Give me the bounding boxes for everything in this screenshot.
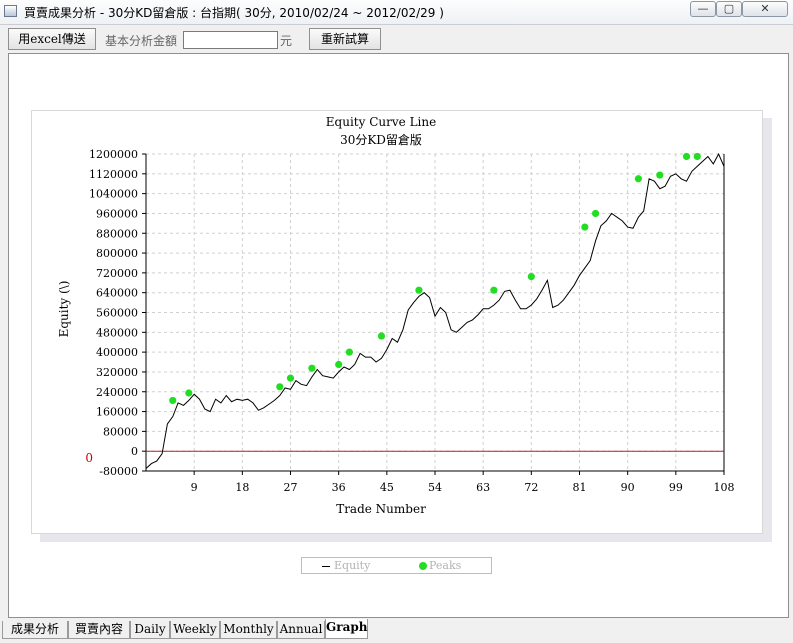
tab-annual[interactable]: Annual: [277, 621, 325, 639]
peak-point: [693, 152, 701, 161]
peak-point: [634, 175, 642, 183]
equity-curve-chart: -80000 0 80000 160000 240000 320000 400000 4800…: [57, 115, 735, 516]
peak-point: [415, 286, 423, 294]
peak-point: [581, 223, 589, 231]
y-tick-label: 240000: [96, 386, 138, 399]
legend-equity-swatch: [322, 566, 330, 567]
chart-subtitle: 30分KD留倉版: [340, 132, 422, 147]
y-tick-label: 720000: [96, 267, 138, 280]
peak-point: [169, 396, 177, 405]
x-tick-label: 81: [573, 481, 587, 494]
peak-point: [345, 348, 353, 356]
y-tick-label: 0: [131, 445, 138, 458]
y-tick-label: 320000: [96, 366, 138, 379]
x-tick-label: 90: [621, 481, 635, 494]
x-tick-label: 27: [284, 481, 298, 494]
x-tick-label: 36: [332, 481, 346, 494]
peak-point: [276, 383, 284, 391]
x-tick-label: 54: [428, 481, 442, 494]
y-tick-label: -80000: [99, 465, 138, 478]
tab-results-analysis[interactable]: 成果分析: [2, 621, 68, 639]
y-tick-label: 1200000: [89, 148, 138, 161]
y-tick-label: 800000: [96, 247, 138, 260]
legend-peaks-swatch: [419, 562, 427, 570]
y-tick-label: 160000: [96, 406, 138, 419]
zero-marker-label: 0: [85, 451, 93, 465]
peak-point: [185, 389, 193, 397]
legend-equity-label: Equity: [334, 559, 371, 572]
x-tick-label: 18: [235, 481, 249, 494]
peak-point: [335, 360, 343, 369]
tab-daily[interactable]: Daily: [130, 621, 170, 639]
peak-point: [527, 272, 535, 281]
tab-monthly[interactable]: Monthly: [220, 621, 277, 639]
tab-bar: 成果分析 買賣內容 Daily Weekly Monthly Annual Gr…: [0, 619, 793, 643]
x-tick-label: 63: [476, 481, 490, 494]
y-tick-label: 80000: [103, 425, 138, 438]
x-tick-label: 9: [191, 481, 198, 494]
x-tick-label: 99: [669, 481, 683, 494]
y-tick-label: 1120000: [89, 168, 138, 181]
peak-point: [308, 364, 316, 372]
peak-point: [682, 152, 691, 161]
tab-weekly[interactable]: Weekly: [170, 621, 220, 639]
peak-point: [656, 171, 664, 179]
x-tick-label: 72: [524, 481, 538, 494]
peak-point: [286, 374, 295, 382]
y-tick-label: 480000: [96, 326, 138, 339]
tab-graph[interactable]: Graph: [325, 619, 368, 639]
y-tick-label: 960000: [96, 207, 138, 220]
peak-point: [591, 209, 600, 218]
y-tick-label: 400000: [96, 346, 138, 359]
tab-trade-details[interactable]: 買賣內容: [68, 621, 130, 639]
y-axis-title: Equity (\): [57, 281, 71, 338]
y-tick-label: 560000: [96, 307, 138, 320]
chart-title: Equity Curve Line: [326, 115, 436, 129]
legend-peaks-label: Peaks: [429, 559, 462, 572]
x-tick-label: 108: [714, 481, 735, 494]
chart-legend: Equity Peaks: [301, 557, 492, 574]
y-tick-label: 880000: [96, 227, 138, 240]
x-tick-label: 45: [380, 481, 394, 494]
peak-point: [377, 332, 386, 340]
y-tick-label: 1040000: [89, 188, 138, 201]
x-axis-title: Trade Number: [336, 502, 426, 516]
peak-point: [490, 286, 498, 294]
y-tick-label: 640000: [96, 287, 138, 300]
